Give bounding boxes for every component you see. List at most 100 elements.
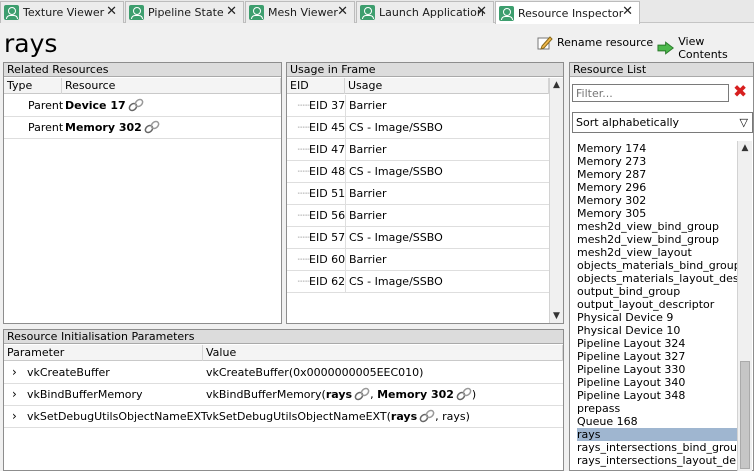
chevron-right-icon[interactable]: ›: [12, 406, 17, 427]
list-item[interactable]: Memory 296: [577, 181, 737, 194]
resource-link[interactable]: rays: [326, 388, 352, 401]
panel-title: Related Resources: [4, 63, 281, 77]
col-value[interactable]: Value: [203, 345, 563, 361]
list-item[interactable]: mesh2d_view_bind_group: [577, 233, 737, 246]
table-row[interactable]: › vkCreateBuffer vkCreateBuffer(0x000000…: [4, 362, 563, 384]
close-icon[interactable]: ✕: [226, 4, 237, 19]
rename-resource-button[interactable]: Rename resource: [537, 35, 653, 50]
tab-texture-viewer[interactable]: Texture Viewer ✕: [0, 1, 124, 23]
list-item[interactable]: objects_materials_layout_des...: [577, 272, 737, 285]
chevron-right-icon[interactable]: ›: [12, 384, 17, 405]
list-item[interactable]: Memory 305: [577, 207, 737, 220]
table-row[interactable]: ┈┈ EID 62 CS - Image/SSBO: [287, 271, 549, 293]
column-header: EID Usage: [287, 78, 549, 94]
table-row[interactable]: ┈┈ EID 56 Barrier: [287, 205, 549, 227]
column-header: Parameter Value: [4, 345, 563, 361]
list-item[interactable]: rays: [577, 428, 737, 441]
close-icon[interactable]: ✕: [337, 4, 348, 19]
close-icon[interactable]: ✕: [106, 4, 117, 19]
col-usage[interactable]: Usage: [345, 78, 549, 94]
list-item[interactable]: output_layout_descriptor: [577, 298, 737, 311]
value-separator: ,: [370, 388, 374, 401]
close-icon[interactable]: ✕: [622, 4, 633, 19]
table-row[interactable]: ┈┈ EID 57 CS - Image/SSBO: [287, 227, 549, 249]
scroll-down-icon[interactable]: ▼: [550, 309, 563, 323]
list-item[interactable]: Pipeline Layout 330: [577, 363, 737, 376]
value-suffix: , rays): [435, 410, 470, 423]
tab-label: Mesh Viewer: [268, 6, 338, 19]
vertical-scrollbar[interactable]: ▲ ▼: [549, 78, 563, 323]
scroll-up-icon[interactable]: ▲: [738, 141, 752, 155]
list-item[interactable]: Memory 174: [577, 142, 737, 155]
scrollbar-thumb[interactable]: [740, 361, 750, 469]
list-item[interactable]: output_bind_group: [577, 285, 737, 298]
table-row[interactable]: ┈┈ EID 47 Barrier: [287, 139, 549, 161]
link-icon: [128, 98, 144, 112]
table-row[interactable]: ┈┈ EID 45 CS - Image/SSBO: [287, 117, 549, 139]
list-item[interactable]: rays_intersections_layout_de...: [577, 454, 737, 467]
table-row[interactable]: › vkSetDebugUtilsObjectNameEXT vkSetDebu…: [4, 406, 563, 428]
row-eid: EID 37: [309, 99, 346, 112]
list-item[interactable]: Memory 302: [577, 194, 737, 207]
tab-launch-application[interactable]: Launch Application ✕: [356, 1, 494, 23]
col-type[interactable]: Type: [4, 78, 62, 94]
list-item[interactable]: Physical Device 10: [577, 324, 737, 337]
tab-resource-inspector[interactable]: Resource Inspector ✕: [495, 1, 640, 24]
panel-title: Resource Initialisation Parameters: [4, 330, 563, 344]
list-item[interactable]: mesh2d_view_bind_group: [577, 220, 737, 233]
list-item[interactable]: mesh2d_view_layout: [577, 246, 737, 259]
view-contents-button[interactable]: View Contents: [657, 35, 754, 61]
table-row[interactable]: ┈┈ EID 51 Barrier: [287, 183, 549, 205]
tab-bar: Texture Viewer ✕ Pipeline State ✕ Mesh V…: [0, 0, 754, 24]
col-eid[interactable]: EID: [287, 78, 345, 94]
list-item[interactable]: rays_intersections_bind_group: [577, 441, 737, 454]
filter-input[interactable]: [572, 84, 729, 102]
list-item[interactable]: Queue 168: [577, 415, 737, 428]
resource-link[interactable]: rays: [391, 410, 417, 423]
usage-in-frame-panel: Usage in Frame EID Usage ┈┈ EID 37 Barrier…: [286, 62, 564, 324]
row-usage: CS - Image/SSBO: [345, 227, 443, 248]
list-item[interactable]: Memory 273: [577, 155, 737, 168]
view-contents-label: View Contents: [678, 35, 728, 61]
tab-pipeline-state[interactable]: Pipeline State ✕: [125, 1, 244, 23]
param-value: vkCreateBuffer(0x0000000005EEC010): [206, 366, 424, 379]
list-item[interactable]: Pipeline Layout 348: [577, 389, 737, 402]
vertical-scrollbar[interactable]: ▲: [737, 141, 752, 471]
row-eid: EID 45: [309, 121, 346, 134]
link-icon: [456, 387, 472, 401]
link-icon: [419, 409, 435, 423]
param-name: vkBindBufferMemory: [27, 388, 143, 401]
param-name: vkCreateBuffer: [27, 366, 110, 379]
col-parameter[interactable]: Parameter: [4, 345, 203, 361]
row-usage: Barrier: [345, 139, 387, 160]
list-item[interactable]: Physical Device 9: [577, 311, 737, 324]
table-row[interactable]: ┈┈ EID 48 CS - Image/SSBO: [287, 161, 549, 183]
resource-name: Device 17: [65, 99, 126, 112]
resource-link[interactable]: Device 17: [65, 95, 144, 116]
table-row[interactable]: ┈┈ EID 60 Barrier: [287, 249, 549, 271]
row-eid: EID 57: [309, 231, 346, 244]
panel-title: Usage in Frame: [287, 63, 563, 77]
resource-link[interactable]: Memory 302: [65, 117, 160, 138]
tab-label: Pipeline State: [148, 6, 224, 19]
list-item[interactable]: Pipeline Layout 340: [577, 376, 737, 389]
close-icon[interactable]: ✕: [476, 4, 487, 19]
list-item[interactable]: Pipeline Layout 324: [577, 337, 737, 350]
init-params-panel: Resource Initialisation Parameters Param…: [3, 329, 564, 471]
list-item[interactable]: objects_materials_bind_group: [577, 259, 737, 272]
list-item[interactable]: Memory 287: [577, 168, 737, 181]
scroll-up-icon[interactable]: ▲: [550, 78, 563, 92]
table-row[interactable]: Parent Memory 302: [4, 117, 281, 139]
resource-link[interactable]: Memory 302: [377, 388, 454, 401]
table-row[interactable]: ┈┈ EID 37 Barrier: [287, 95, 549, 117]
row-eid: EID 51: [309, 187, 346, 200]
table-row[interactable]: Parent Device 17: [4, 95, 281, 117]
sort-dropdown[interactable]: Sort alphabetically ▽: [572, 112, 753, 133]
list-item[interactable]: prepass: [577, 402, 737, 415]
tab-mesh-viewer[interactable]: Mesh Viewer ✕: [245, 1, 355, 23]
list-item[interactable]: Pipeline Layout 327: [577, 350, 737, 363]
table-row[interactable]: › vkBindBufferMemory vkBindBufferMemory(…: [4, 384, 563, 406]
clear-filter-icon[interactable]: ✖: [733, 82, 747, 102]
chevron-right-icon[interactable]: ›: [12, 362, 17, 383]
col-resource[interactable]: Resource: [62, 78, 281, 94]
